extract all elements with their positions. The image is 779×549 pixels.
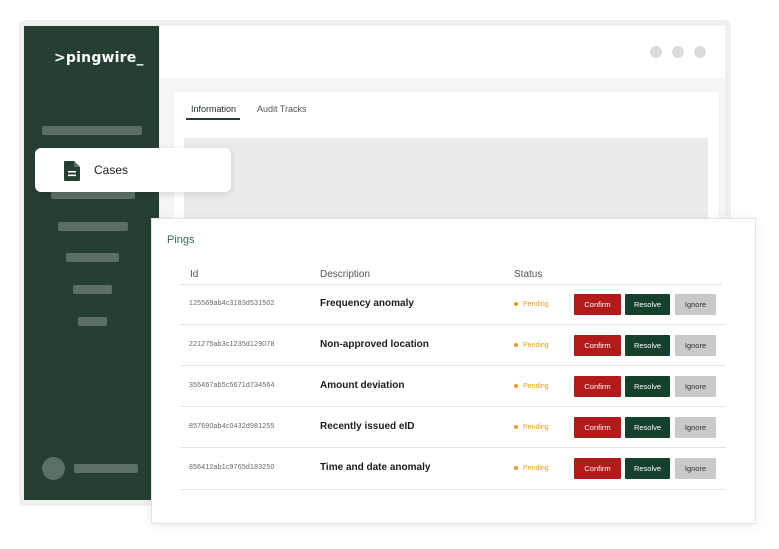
sidebar-item-placeholder[interactable] — [58, 222, 128, 231]
status-badge: Pending — [514, 383, 549, 390]
tab-information[interactable]: Information — [191, 104, 236, 114]
ignore-button[interactable]: Ignore — [675, 376, 716, 397]
status-badge: Pending — [514, 465, 549, 472]
tab-audit-tracks[interactable]: Audit Tracks — [257, 104, 307, 114]
pending-dot-icon — [514, 343, 518, 348]
window-control-icon[interactable] — [672, 46, 684, 58]
avatar[interactable] — [42, 457, 65, 480]
sidebar-item-placeholder[interactable] — [42, 126, 142, 135]
row-description: Frequency anomaly — [320, 298, 414, 309]
resolve-button[interactable]: Resolve — [625, 458, 670, 479]
active-tab-indicator — [186, 118, 240, 120]
status-text: Pending — [523, 342, 549, 349]
status-badge: Pending — [514, 424, 549, 431]
row-id: 355467ab5c5671d734564 — [189, 382, 275, 389]
app-logo: >pingwire_ — [54, 50, 144, 66]
ignore-button[interactable]: Ignore — [675, 417, 716, 438]
cases-label: Cases — [94, 163, 129, 177]
sidebar-item-placeholder[interactable] — [73, 285, 112, 294]
row-description: Recently issued eID — [320, 421, 415, 432]
column-header-id: Id — [190, 269, 199, 280]
row-id: 857690ab4c0432d981255 — [189, 423, 275, 430]
ignore-button[interactable]: Ignore — [675, 294, 716, 315]
column-header-status: Status — [514, 269, 543, 280]
resolve-button[interactable]: Resolve — [625, 417, 670, 438]
pending-dot-icon — [514, 466, 518, 471]
status-text: Pending — [523, 383, 549, 390]
top-bar — [160, 26, 725, 78]
row-divider — [180, 489, 726, 490]
user-name-placeholder — [74, 464, 138, 473]
confirm-button[interactable]: Confirm — [574, 458, 621, 479]
confirm-button[interactable]: Confirm — [574, 417, 621, 438]
ignore-button[interactable]: Ignore — [675, 335, 716, 356]
resolve-button[interactable]: Resolve — [625, 376, 670, 397]
status-text: Pending — [523, 301, 549, 308]
pending-dot-icon — [514, 302, 518, 307]
confirm-button[interactable]: Confirm — [574, 376, 621, 397]
window-control-icon[interactable] — [694, 46, 706, 58]
content-placeholder — [184, 138, 708, 228]
row-id: 221275ab3c1235d129078 — [189, 341, 275, 348]
confirm-button[interactable]: Confirm — [574, 294, 621, 315]
row-divider — [180, 324, 726, 325]
status-text: Pending — [523, 424, 549, 431]
header-divider — [180, 284, 722, 285]
document-icon — [64, 161, 80, 181]
sidebar-item-placeholder[interactable] — [66, 253, 119, 262]
sidebar — [24, 26, 159, 500]
row-description: Amount deviation — [320, 380, 405, 391]
window-control-icon[interactable] — [650, 46, 662, 58]
pings-title: Pings — [167, 234, 195, 246]
row-description: Time and date anomaly — [320, 462, 431, 473]
row-description: Non-approved location — [320, 339, 429, 350]
confirm-button[interactable]: Confirm — [574, 335, 621, 356]
resolve-button[interactable]: Resolve — [625, 294, 670, 315]
resolve-button[interactable]: Resolve — [625, 335, 670, 356]
pending-dot-icon — [514, 425, 518, 430]
status-badge: Pending — [514, 342, 549, 349]
status-text: Pending — [523, 465, 549, 472]
row-divider — [180, 447, 726, 448]
pending-dot-icon — [514, 384, 518, 389]
row-divider — [180, 406, 726, 407]
status-badge: Pending — [514, 301, 549, 308]
row-divider — [180, 365, 726, 366]
sidebar-item-placeholder[interactable] — [78, 317, 107, 326]
row-id: 125569ab4c3183d531502 — [189, 300, 275, 307]
ignore-button[interactable]: Ignore — [675, 458, 716, 479]
row-id: 856412ab1c9765d183250 — [189, 464, 275, 471]
column-header-description: Description — [320, 269, 371, 280]
